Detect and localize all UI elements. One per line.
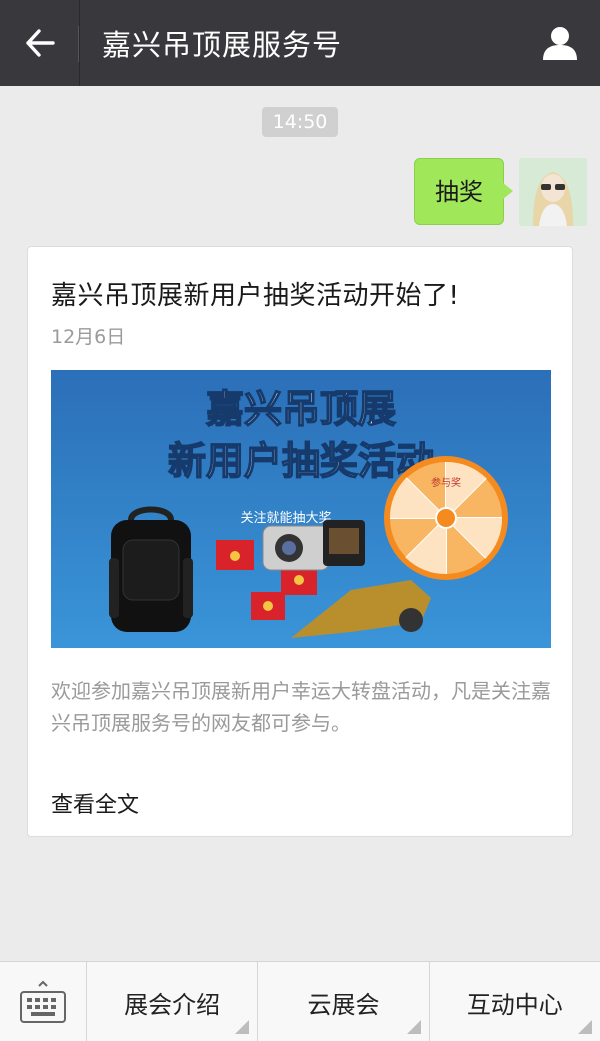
top-bar: 嘉兴吊顶展服务号 [0,0,600,86]
menu-item-label: 云展会 [307,990,380,1019]
user-profile-icon [543,27,577,60]
message-timestamp: 14:50 [261,107,339,137]
keyboard-toggle-button[interactable] [0,962,87,1041]
banner-headline-1: 嘉兴吊顶展 [206,387,396,431]
submenu-indicator-icon [235,1020,250,1034]
submenu-indicator-icon [577,1020,592,1034]
banner-tag: 关注就能抽大奖 [240,511,331,526]
article-banner-image[interactable]: 嘉兴吊顶展 新用户抽奖活动 关注就能抽大奖 参与奖 [51,370,551,648]
banner-headline-2: 新用户抽奖活动 [168,439,434,483]
wheel-label: 参与奖 [431,476,461,489]
article-card[interactable]: 嘉兴吊顶展新用户抽奖活动开始了! 12月6日 嘉兴吊顶展 新用户抽奖活动 关注就… [27,246,573,837]
back-button[interactable] [0,0,80,86]
menu-item-label: 展会介绍 [124,990,221,1019]
menu-item-exhibition-intro[interactable]: 展会介绍 [87,962,259,1041]
submenu-indicator-icon [406,1020,421,1034]
keyboard-icon [20,980,66,1023]
avatar-image [519,158,587,226]
backpack-graphic [109,506,193,632]
sent-message-row: 抽奖 [414,158,587,226]
bottom-menu-bar: 展会介绍 云展会 互动中心 [0,961,600,1041]
avatar[interactable] [519,158,587,226]
article-date: 12月6日 [51,326,126,348]
article-title[interactable]: 嘉兴吊顶展新用户抽奖活动开始了! [51,275,459,312]
page-title: 嘉兴吊顶展服务号 [102,28,343,62]
menu-item-label: 互动中心 [466,990,563,1019]
menu-item-cloud-exhibition[interactable]: 云展会 [258,962,430,1041]
profile-button[interactable] [520,0,600,86]
article-description: 欢迎参加嘉兴吊顶展新用户幸运大转盘活动，凡是关注嘉兴吊顶展服务号的网友都可参与。 [51,679,551,735]
read-full-article-link[interactable]: 查看全文 [51,787,139,819]
timestamp-row: 14:50 [0,107,600,137]
back-arrow-icon [25,29,55,57]
sent-message-bubble[interactable]: 抽奖 [414,158,513,225]
prize-wheel-graphic: 参与奖 [384,456,508,580]
menu-item-interaction-center[interactable]: 互动中心 [430,962,600,1041]
